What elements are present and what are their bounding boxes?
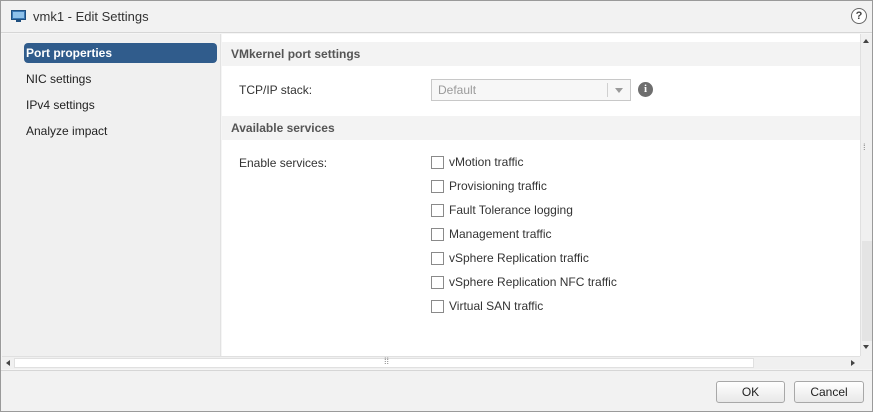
dialog-title: vmk1 - Edit Settings (33, 9, 149, 24)
scroll-down-icon[interactable] (863, 345, 869, 349)
select-divider (607, 83, 608, 97)
vmotion-label: vMotion traffic (449, 155, 524, 169)
grip-icon: ⁞⁞ (384, 356, 390, 366)
vmotion-checkbox[interactable] (431, 156, 444, 169)
management-checkbox[interactable] (431, 228, 444, 241)
help-icon[interactable]: ? (851, 8, 867, 24)
nav-item-analyze-impact[interactable]: Analyze impact (24, 121, 217, 141)
vsphere-replication-checkbox[interactable] (431, 252, 444, 265)
vsphere-replication-nfc-label: vSphere Replication NFC traffic (449, 275, 617, 289)
tcpip-stack-label: TCP/IP stack: (239, 83, 313, 97)
nav-item-nic-settings[interactable]: NIC settings (24, 69, 217, 89)
scroll-left-icon[interactable] (6, 360, 10, 366)
nav-item-ipv4-settings[interactable]: IPv4 settings (24, 95, 217, 115)
tcpip-stack-value: Default (438, 83, 477, 97)
nav-item-port-properties[interactable]: Port properties (24, 43, 217, 63)
section-header-available-services: Available services (222, 116, 860, 140)
scrollbar-corner (860, 356, 872, 369)
section-header-vmkernel-port-settings: VMkernel port settings (222, 42, 860, 66)
ok-button[interactable]: OK (716, 381, 785, 403)
cancel-button[interactable]: Cancel (794, 381, 864, 403)
vertical-scrollbar[interactable]: ⁞ (860, 34, 872, 356)
scroll-right-icon[interactable] (851, 360, 855, 366)
vm-network-adapter-icon (11, 10, 26, 22)
title-bar: vmk1 - Edit Settings ? (1, 1, 872, 33)
enable-services-label: Enable services: (239, 156, 328, 170)
vsphere-replication-nfc-checkbox[interactable] (431, 276, 444, 289)
vertical-scroll-thumb[interactable] (862, 241, 872, 341)
management-label: Management traffic (449, 227, 552, 241)
fault-tolerance-label: Fault Tolerance logging (449, 203, 573, 217)
horizontal-scrollbar[interactable]: ⁞⁞ (2, 356, 860, 369)
virtual-san-label: Virtual SAN traffic (449, 299, 544, 313)
tcpip-stack-select[interactable]: Default (431, 79, 631, 101)
provisioning-label: Provisioning traffic (449, 179, 547, 193)
resize-grip-icon: ⁞ (863, 142, 866, 152)
chevron-down-icon (615, 88, 623, 93)
fault-tolerance-checkbox[interactable] (431, 204, 444, 217)
vsphere-replication-label: vSphere Replication traffic (449, 251, 589, 265)
info-icon[interactable]: i (638, 82, 653, 97)
scroll-up-icon[interactable] (863, 39, 869, 43)
settings-content: VMkernel port settings TCP/IP stack: Def… (222, 34, 860, 356)
settings-nav: Port properties NIC settings IPv4 settin… (2, 34, 221, 356)
dialog-footer: OK Cancel (1, 370, 872, 411)
virtual-san-checkbox[interactable] (431, 300, 444, 313)
provisioning-checkbox[interactable] (431, 180, 444, 193)
edit-settings-dialog: vmk1 - Edit Settings ? Port properties N… (0, 0, 873, 412)
